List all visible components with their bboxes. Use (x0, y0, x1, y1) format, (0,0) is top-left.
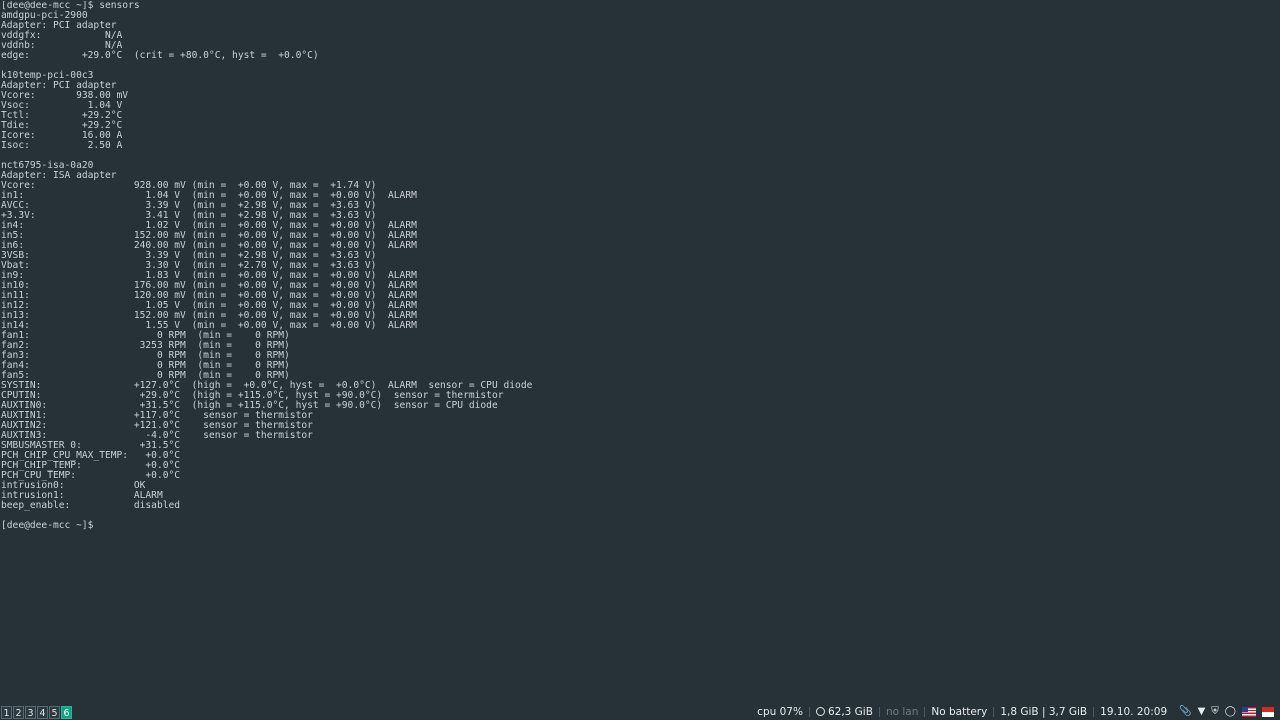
terminal-line: Tdie: +29.2°C (1, 120, 123, 131)
terminal-output[interactable]: [dee@dee-mcc ~]$ sensors amdgpu-pci-2900 A… (1, 1, 1279, 701)
workspace-button-6[interactable]: 6 (61, 706, 72, 719)
terminal-line: Tctl: +29.2°C (1, 110, 123, 121)
shell-prompt-line: [dee@dee-mcc ~]$ sensors (1, 1, 140, 11)
terminal-line: Icore: 16.00 A (1, 130, 123, 141)
terminal-line: intrusion1: ALARM (1, 490, 163, 501)
workspace-button-5[interactable]: 5 (49, 706, 60, 719)
terminal-line: PCH_CHIP_TEMP: +0.0°C (1, 460, 181, 471)
battery-status: No battery (931, 706, 988, 718)
terminal-line: intrusion0: OK (1, 480, 146, 491)
system-tray: 📎 ▼ ⛨ ◯ (1173, 706, 1274, 718)
wifi-icon[interactable]: ▼ (1198, 706, 1206, 718)
clock: 19.10. 20:09 (1100, 706, 1168, 718)
disk-icon (815, 707, 825, 716)
lan-status: no lan (885, 706, 919, 718)
terminal-line: nct6795-isa-0a20 (1, 160, 94, 171)
terminal-line: k10temp-pci-00c3 (1, 70, 94, 81)
terminal-line: AUXTIN3: -4.0°C sensor = thermistor (1, 430, 313, 441)
terminal-line: edge: +29.0°C (crit = +80.0°C, hyst = +0… (1, 50, 319, 61)
cpu-usage: cpu 07% (757, 706, 803, 718)
status-blocks: cpu 07% 62,3 GiB no lan No battery 1,8 G… (751, 705, 1274, 719)
workspace-button-3[interactable]: 3 (25, 706, 36, 719)
terminal-line: Isoc: 2.50 A (1, 140, 123, 151)
us-flag-icon[interactable] (1242, 707, 1256, 717)
paperclip-icon[interactable]: 📎 (1179, 706, 1191, 718)
terminal-line: Vsoc: 1.04 V (1, 100, 123, 111)
bell-icon[interactable]: ◯ (1225, 706, 1236, 718)
workspace-button-1[interactable]: 1 (1, 706, 12, 719)
terminal-line: vddgfx: N/A (1, 30, 123, 41)
keyboard-layout-flag-icon[interactable] (1262, 707, 1274, 717)
workspace-switcher: 1 2 3 4 5 6 (1, 706, 72, 719)
terminal-line: SMBUSMASTER 0: +31.5°C (1, 440, 181, 451)
shield-icon[interactable]: ⛨ (1211, 706, 1219, 718)
disk-usage: 62,3 GiB (810, 706, 879, 718)
terminal-line: Adapter: PCI adapter (1, 80, 117, 91)
terminal-line: PCH_CPU_TEMP: +0.0°C (1, 470, 181, 481)
disk-free-text: 62,3 GiB (827, 706, 873, 718)
terminal-line: PCH_CHIP_CPU_MAX_TEMP: +0.0°C (1, 450, 181, 461)
workspace-button-2[interactable]: 2 (13, 706, 24, 719)
shell-prompt-line: [dee@dee-mcc ~]$ (1, 520, 94, 531)
terminal-line: amdgpu-pci-2900 (1, 10, 88, 21)
memory-usage: 1,8 GiB | 3,7 GiB (1000, 706, 1088, 718)
status-bar: 1 2 3 4 5 6 cpu 07% 62,3 GiB no lan No b… (0, 703, 1280, 720)
workspace-button-4[interactable]: 4 (37, 706, 48, 719)
terminal-line: Vcore: 938.00 mV (1, 90, 129, 101)
terminal-line: beep_enable: disabled (1, 500, 181, 511)
terminal-line: Adapter: PCI adapter (1, 20, 117, 31)
